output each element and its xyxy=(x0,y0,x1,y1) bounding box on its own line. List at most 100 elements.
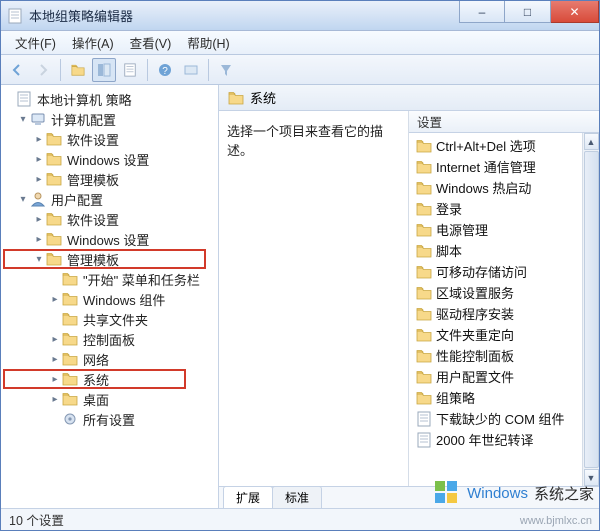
menu-help[interactable]: 帮助(H) xyxy=(179,31,237,54)
tree-pane[interactable]: 本地计算机 策略 ▾计算机配置 ▸软件设置 ▸Windows 设置 ▸管理模板 … xyxy=(1,85,219,508)
options-button[interactable] xyxy=(179,58,203,82)
show-tree-button[interactable] xyxy=(92,58,116,82)
list-item[interactable]: 下载缺少的 COM 组件 xyxy=(409,408,599,429)
list-item[interactable]: Windows 热启动 xyxy=(409,177,599,198)
computer-icon xyxy=(30,111,46,127)
folder-icon xyxy=(62,371,78,387)
properties-button[interactable] xyxy=(118,58,142,82)
title-bar: 本地组策略编辑器 – □ ✕ xyxy=(1,1,599,31)
list-item[interactable]: 组策略 xyxy=(409,387,599,408)
folder-icon xyxy=(416,243,432,259)
tree-cc-admin[interactable]: ▸管理模板 xyxy=(3,169,216,189)
folder-icon xyxy=(62,271,78,287)
tree-uc-software[interactable]: ▸软件设置 xyxy=(3,209,216,229)
folder-icon xyxy=(416,348,432,364)
status-bar: 10 个设置 xyxy=(1,508,599,530)
tree-shared-folders[interactable]: 共享文件夹 xyxy=(3,309,216,329)
help-button[interactable]: ? xyxy=(153,58,177,82)
folder-icon xyxy=(46,151,62,167)
tree-computer-config[interactable]: ▾计算机配置 xyxy=(3,109,216,129)
folder-icon xyxy=(416,222,432,238)
back-button[interactable] xyxy=(5,58,29,82)
folder-icon xyxy=(46,211,62,227)
expand-icon[interactable]: ▾ xyxy=(17,194,29,205)
scroll-down-icon[interactable]: ▼ xyxy=(584,469,599,486)
folder-icon xyxy=(416,138,432,154)
list-item[interactable]: 性能控制面板 xyxy=(409,345,599,366)
toolbar-separator xyxy=(147,59,148,81)
details-title: 系统 xyxy=(250,88,276,107)
toolbar: ? xyxy=(1,55,599,85)
expand-icon[interactable]: ▸ xyxy=(49,294,61,305)
list-item[interactable]: 驱动程序安装 xyxy=(409,303,599,324)
menu-view[interactable]: 查看(V) xyxy=(122,31,180,54)
folder-icon xyxy=(416,159,432,175)
list-item[interactable]: 2000 年世纪转译 xyxy=(409,429,599,450)
toolbar-separator xyxy=(60,59,61,81)
settings-icon xyxy=(62,411,78,427)
expand-icon[interactable]: ▸ xyxy=(49,334,61,345)
expand-icon[interactable]: ▸ xyxy=(49,354,61,365)
list-item[interactable]: 用户配置文件 xyxy=(409,366,599,387)
folder-icon xyxy=(46,231,62,247)
list-item[interactable]: 文件夹重定向 xyxy=(409,324,599,345)
list-item[interactable]: Internet 通信管理 xyxy=(409,156,599,177)
vertical-scrollbar[interactable]: ▲ ▼ xyxy=(582,133,599,486)
expand-icon[interactable]: ▾ xyxy=(33,254,45,265)
tree-win-components[interactable]: ▸Windows 组件 xyxy=(3,289,216,309)
tree-system[interactable]: ▸系统 xyxy=(3,369,186,389)
up-button[interactable] xyxy=(66,58,90,82)
maximize-button[interactable]: □ xyxy=(505,1,551,23)
expand-icon[interactable]: ▾ xyxy=(17,114,29,125)
tree-uc-windows[interactable]: ▸Windows 设置 xyxy=(3,229,216,249)
tab-standard[interactable]: 标准 xyxy=(272,486,322,508)
tree-root[interactable]: 本地计算机 策略 xyxy=(3,89,216,109)
folder-icon xyxy=(416,264,432,280)
app-icon xyxy=(7,8,23,24)
expand-icon[interactable]: ▸ xyxy=(49,394,61,405)
tree-control-panel[interactable]: ▸控制面板 xyxy=(3,329,216,349)
expand-icon[interactable]: ▸ xyxy=(33,214,45,225)
expand-icon[interactable]: ▸ xyxy=(33,134,45,145)
details-pane: 系统 选择一个项目来查看它的描述。 设置 Ctrl+Alt+Del 选项 Int… xyxy=(219,85,599,508)
folder-icon xyxy=(416,369,432,385)
minimize-button[interactable]: – xyxy=(459,1,505,23)
description-text: 选择一个项目来查看它的描述。 xyxy=(227,124,383,158)
tree-desktop[interactable]: ▸桌面 xyxy=(3,389,216,409)
list-item[interactable]: 电源管理 xyxy=(409,219,599,240)
tree-uc-admin[interactable]: ▾管理模板 xyxy=(3,249,206,269)
menu-action[interactable]: 操作(A) xyxy=(64,31,122,54)
folder-icon xyxy=(416,306,432,322)
forward-button[interactable] xyxy=(31,58,55,82)
tree-all-settings[interactable]: 所有设置 xyxy=(3,409,216,429)
policy-icon xyxy=(16,91,32,107)
list-item[interactable]: Ctrl+Alt+Del 选项 xyxy=(409,135,599,156)
tree-cc-windows[interactable]: ▸Windows 设置 xyxy=(3,149,216,169)
folder-icon xyxy=(62,311,78,327)
tree-network[interactable]: ▸网络 xyxy=(3,349,216,369)
list-item[interactable]: 区域设置服务 xyxy=(409,282,599,303)
filter-button[interactable] xyxy=(214,58,238,82)
scroll-up-icon[interactable]: ▲ xyxy=(584,133,599,150)
tree-user-config[interactable]: ▾用户配置 xyxy=(3,189,216,209)
settings-list[interactable]: Ctrl+Alt+Del 选项 Internet 通信管理 Windows 热启… xyxy=(409,133,599,486)
menu-bar: 文件(F) 操作(A) 查看(V) 帮助(H) xyxy=(1,31,599,55)
status-text: 10 个设置 xyxy=(9,510,64,529)
folder-icon xyxy=(62,291,78,307)
expand-icon[interactable]: ▸ xyxy=(33,174,45,185)
scroll-thumb[interactable] xyxy=(584,151,599,468)
tree-start-menu[interactable]: "开始" 菜单和任务栏 xyxy=(3,269,216,289)
expand-icon[interactable]: ▸ xyxy=(49,374,61,385)
expand-icon[interactable]: ▸ xyxy=(33,154,45,165)
list-item[interactable]: 脚本 xyxy=(409,240,599,261)
tree-cc-software[interactable]: ▸软件设置 xyxy=(3,129,216,149)
view-tabs: 扩展 标准 xyxy=(219,486,599,508)
list-item[interactable]: 登录 xyxy=(409,198,599,219)
list-item[interactable]: 可移动存储访问 xyxy=(409,261,599,282)
close-button[interactable]: ✕ xyxy=(551,1,599,23)
column-header-settings[interactable]: 设置 xyxy=(409,111,599,133)
folder-icon xyxy=(416,390,432,406)
menu-file[interactable]: 文件(F) xyxy=(7,31,64,54)
expand-icon[interactable]: ▸ xyxy=(33,234,45,245)
tab-extended[interactable]: 扩展 xyxy=(223,486,273,508)
